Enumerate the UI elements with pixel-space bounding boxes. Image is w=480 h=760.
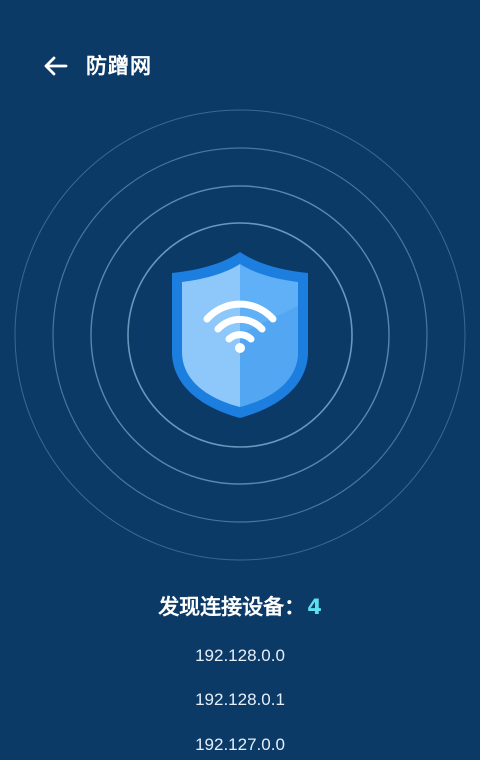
back-button[interactable] [38, 50, 72, 82]
connected-devices-label: 发现连接设备： [158, 595, 306, 619]
connected-devices-summary: 发现连接设备：4 [0, 590, 480, 624]
connected-devices-count: 4 [307, 595, 322, 619]
device-ip-item[interactable]: 192.128.0.1 [0, 688, 480, 712]
arrow-left-icon [44, 56, 68, 76]
device-ip-item[interactable]: 192.127.0.0 [0, 733, 480, 757]
device-ip-item[interactable]: 192.128.0.0 [0, 644, 480, 668]
radar-scan-graphic [14, 109, 466, 561]
page-title: 防蹭网 [86, 54, 152, 78]
shield-wifi-icon [172, 252, 308, 418]
